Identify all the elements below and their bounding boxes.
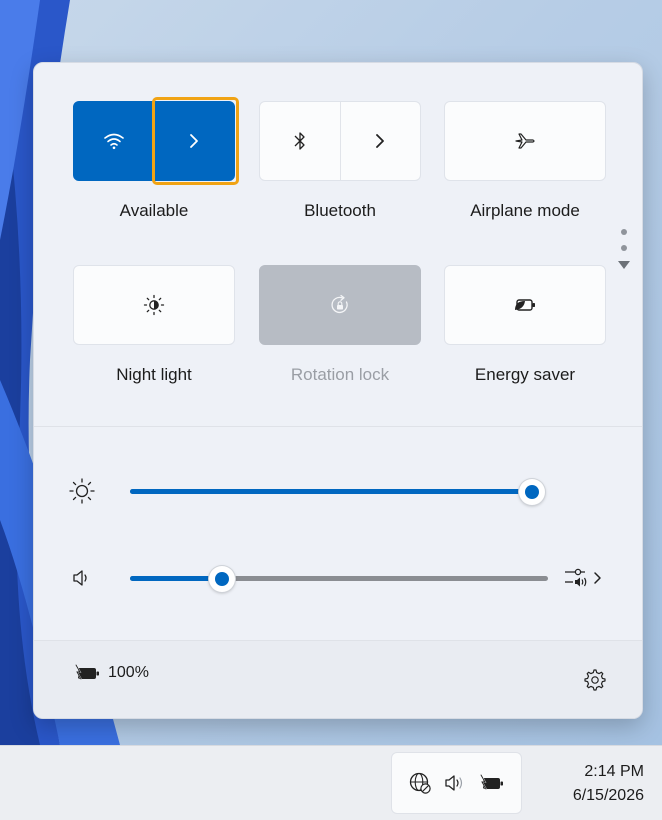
volume-slider-thumb[interactable] <box>208 566 235 592</box>
panel-divider <box>34 426 642 427</box>
quick-settings-tiles: Available Bluetooth Airplane mode Night … <box>34 63 642 426</box>
energy-saver-tile[interactable] <box>444 265 606 345</box>
airplane-mode-label: Airplane mode <box>470 201 580 220</box>
speaker-icon <box>73 570 87 586</box>
night-light-label: Night light <box>116 365 192 384</box>
bluetooth-tile <box>259 101 421 181</box>
battery-charging-icon <box>75 664 99 680</box>
battery-charging-icon <box>480 774 504 790</box>
clock-time: 2:14 PM <box>584 763 644 780</box>
wifi-toggle-button[interactable] <box>74 102 154 180</box>
taskbar: 2:14 PM 6/15/2026 <box>0 745 662 820</box>
bluetooth-toggle-button[interactable] <box>260 102 340 180</box>
battery-status[interactable]: 100% <box>74 664 149 682</box>
night-light-icon <box>143 294 165 316</box>
page-dot <box>621 245 627 251</box>
no-internet-globe-icon <box>409 772 431 794</box>
night-light-tile[interactable] <box>73 265 235 345</box>
next-page-arrow-icon <box>618 261 630 269</box>
quick-settings-footer: 100% <box>34 640 642 718</box>
brightness-row <box>34 471 642 511</box>
brightness-slider-thumb[interactable] <box>519 479 545 505</box>
wifi-label: Available <box>119 201 189 220</box>
gear-icon <box>584 669 606 691</box>
volume-slider[interactable] <box>130 566 548 592</box>
wifi-expand-button[interactable] <box>153 102 235 180</box>
volume-mixer-icon <box>565 568 587 587</box>
chevron-right-icon <box>376 134 385 148</box>
chevron-right-icon <box>594 572 601 584</box>
settings-button[interactable] <box>580 666 608 694</box>
volume-mixer-button[interactable] <box>562 562 612 594</box>
energy-saver-icon <box>515 299 535 311</box>
wifi-icon <box>103 133 124 150</box>
rotation-lock-label: Rotation lock <box>290 365 390 384</box>
brightness-icon <box>69 478 95 504</box>
footer-divider <box>34 640 642 641</box>
rotation-lock-icon <box>331 294 348 313</box>
tile-page-indicator[interactable] <box>617 229 631 269</box>
speaker-icon <box>445 775 463 791</box>
taskbar-clock[interactable]: 2:14 PM 6/15/2026 <box>532 760 644 808</box>
wifi-tile <box>73 101 235 181</box>
quick-settings-panel: Available Bluetooth Airplane mode Night … <box>33 62 643 719</box>
page-dot <box>621 229 627 235</box>
clock-date: 6/15/2026 <box>572 787 644 804</box>
bluetooth-label: Bluetooth <box>304 201 376 220</box>
system-tray-quick-settings-button[interactable] <box>391 752 522 814</box>
volume-row <box>34 558 642 598</box>
bluetooth-icon <box>294 132 305 150</box>
brightness-slider[interactable] <box>130 479 545 505</box>
airplane-mode-tile[interactable] <box>444 101 606 181</box>
brightness-slider-fill <box>130 489 532 494</box>
chevron-right-icon <box>190 134 199 148</box>
energy-saver-label: Energy saver <box>474 365 576 384</box>
rotation-lock-tile <box>259 265 421 345</box>
airplane-icon <box>515 133 535 149</box>
battery-percent: 100% <box>108 664 149 681</box>
bluetooth-expand-button[interactable] <box>339 102 421 180</box>
